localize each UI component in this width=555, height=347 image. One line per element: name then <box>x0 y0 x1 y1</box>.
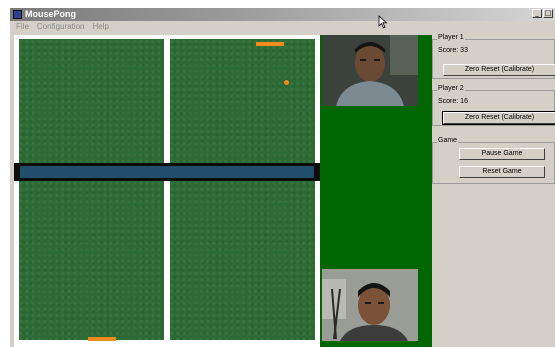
paddle-bottom <box>88 337 116 341</box>
menu-help[interactable]: Help <box>92 21 108 32</box>
menu-configuration[interactable]: Configuration <box>37 21 85 32</box>
court-net <box>14 163 320 181</box>
player2-webcam-feed <box>322 269 418 341</box>
game-group-label: Game <box>437 137 459 144</box>
pong-ball <box>284 80 289 85</box>
player1-webcam-feed <box>322 35 418 106</box>
camera-panel <box>320 35 432 347</box>
window-controls: _ □ <box>532 9 553 18</box>
net-band <box>20 166 314 178</box>
player2-zero-reset-button[interactable]: Zero Reset (Calibrate) <box>442 111 555 125</box>
control-panel: Player 1 Score: 33 Zero Reset (Calibrate… <box>432 27 555 339</box>
menu-file[interactable]: File <box>16 21 29 32</box>
player2-score: Score: 16 <box>438 98 468 105</box>
paddle-top <box>256 42 284 46</box>
app-icon <box>13 10 22 19</box>
court-quadrant-bottom-right <box>170 181 315 340</box>
player1-face-image <box>322 35 418 106</box>
player2-group-label: Player 2 <box>437 85 465 92</box>
player1-group: Player 1 Score: 33 Zero Reset (Calibrate… <box>432 34 555 79</box>
maximize-button[interactable]: □ <box>543 9 553 18</box>
minimize-button[interactable]: _ <box>532 9 542 18</box>
player1-group-label: Player 1 <box>437 34 465 41</box>
mouse-cursor-icon <box>378 15 388 29</box>
player1-score: Score: 33 <box>438 47 468 54</box>
window-title: MousePong <box>25 9 76 19</box>
court-quadrant-bottom-left <box>19 181 164 340</box>
pause-game-button[interactable]: Pause Game <box>459 148 545 160</box>
player2-group: Player 2 Score: 16 Zero Reset (Calibrate… <box>432 85 555 126</box>
court-quadrant-top-right <box>170 39 315 163</box>
player1-zero-reset-button[interactable]: Zero Reset (Calibrate) <box>443 64 555 76</box>
pong-court <box>14 35 320 347</box>
game-group: Game Pause Game Reset Game <box>432 137 555 184</box>
title-bar[interactable]: MousePong _ □ <box>10 8 555 21</box>
player2-face-image <box>322 269 418 341</box>
reset-game-button[interactable]: Reset Game <box>459 166 545 178</box>
court-quadrant-top-left <box>19 39 164 163</box>
